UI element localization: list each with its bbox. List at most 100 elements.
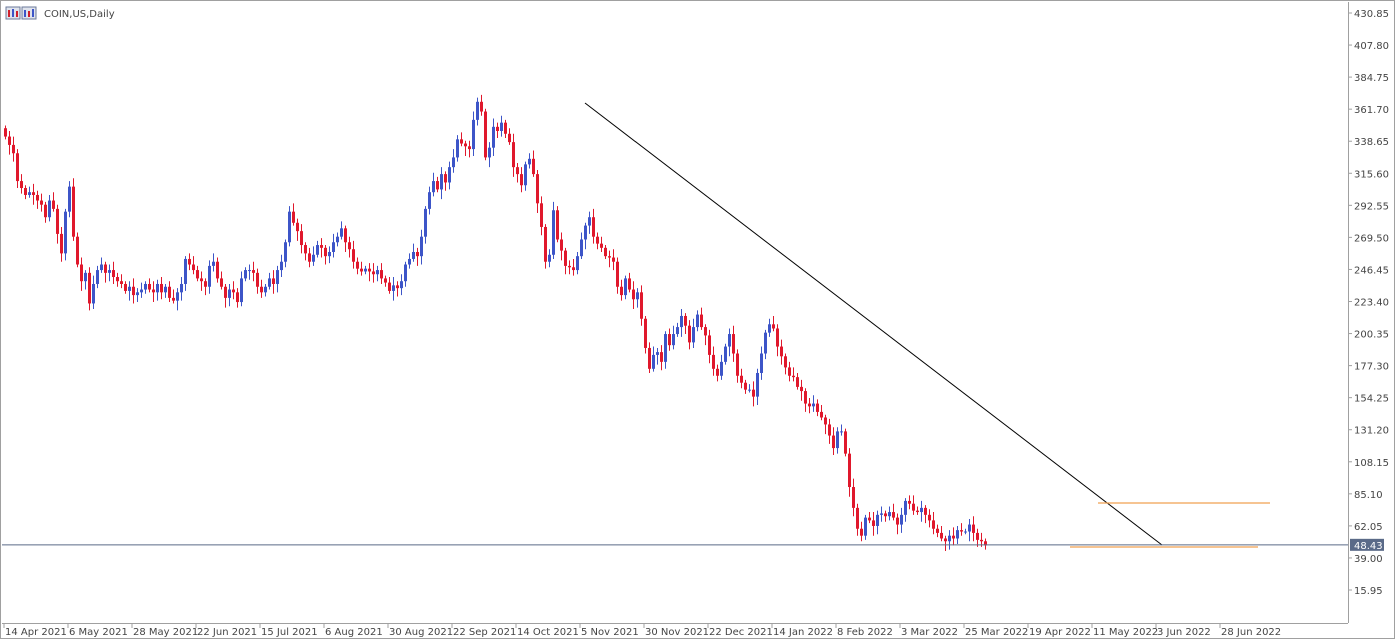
- candle-body: [212, 261, 215, 266]
- candle: [456, 135, 459, 162]
- candle-body: [28, 192, 31, 195]
- candle-body: [384, 278, 387, 283]
- time-label: 22 Sep 2021: [453, 627, 516, 638]
- candle-body: [96, 270, 99, 284]
- candle-body: [80, 264, 83, 282]
- candle-body: [464, 143, 467, 147]
- candle: [88, 267, 91, 311]
- candle: [796, 372, 799, 390]
- candle: [440, 167, 443, 200]
- candle: [512, 133, 515, 177]
- candle-body: [456, 139, 459, 158]
- candle: [116, 272, 119, 287]
- candle: [152, 281, 155, 303]
- candle: [332, 233, 335, 258]
- candle-body: [936, 528, 939, 533]
- candle-body: [888, 512, 891, 517]
- candle: [784, 353, 787, 375]
- candle-body: [352, 249, 355, 262]
- candle: [132, 278, 135, 304]
- candle-body: [944, 538, 947, 542]
- candle-body: [788, 367, 791, 376]
- candle-body: [612, 257, 615, 262]
- candle-body: [152, 289, 155, 293]
- candle: [128, 281, 131, 301]
- candle-body: [332, 242, 335, 252]
- candle: [780, 339, 783, 365]
- candle-body: [92, 283, 95, 304]
- candle: [428, 186, 431, 215]
- candle: [664, 331, 667, 369]
- candle-body: [580, 239, 583, 257]
- candle: [192, 256, 195, 275]
- candle-body: [792, 375, 795, 378]
- time-label: 8 Feb 2022: [837, 627, 893, 638]
- candle: [868, 512, 871, 524]
- candle-body: [924, 507, 927, 515]
- candle-body: [160, 283, 163, 293]
- candle: [452, 149, 455, 173]
- candle: [704, 324, 707, 346]
- candle-body: [208, 265, 211, 287]
- candle: [396, 281, 399, 297]
- candle: [648, 342, 651, 373]
- candle: [308, 247, 311, 268]
- candle: [448, 161, 451, 190]
- candle-body: [428, 192, 431, 209]
- candle-body: [752, 389, 755, 397]
- price-label: 384.75: [1354, 73, 1389, 84]
- candle-body: [100, 264, 103, 271]
- candle-body: [676, 327, 679, 335]
- candle-body: [700, 314, 703, 328]
- candle: [580, 232, 583, 259]
- candle-body: [124, 283, 127, 291]
- candle: [616, 257, 619, 294]
- candle: [688, 320, 691, 350]
- candle: [160, 277, 163, 300]
- candle-body: [472, 119, 475, 150]
- candle-body: [712, 354, 715, 369]
- candle-body: [36, 194, 39, 201]
- candle: [168, 281, 171, 303]
- candle-body: [60, 233, 63, 254]
- candle-body: [496, 126, 499, 132]
- candle: [952, 527, 955, 546]
- window-icon-2[interactable]: [21, 6, 37, 20]
- candle: [148, 278, 151, 293]
- candle-body: [488, 147, 491, 158]
- candle-body: [108, 270, 111, 273]
- candle: [100, 257, 103, 273]
- candle-body: [568, 265, 571, 268]
- candle: [376, 265, 379, 282]
- candle-body: [744, 382, 747, 390]
- candle-body: [664, 334, 667, 362]
- candle: [124, 281, 127, 294]
- current-price-tag: 48.43: [1350, 538, 1384, 552]
- candle-body: [116, 277, 119, 282]
- candle: [816, 399, 819, 417]
- candle: [16, 149, 19, 189]
- candle: [916, 506, 919, 515]
- candle-body: [620, 286, 623, 296]
- candle: [348, 236, 351, 258]
- candle-body: [872, 520, 875, 526]
- candle-body: [844, 431, 847, 454]
- candle-body: [956, 530, 959, 539]
- time-label: 15 Jul 2021: [261, 627, 318, 638]
- candle: [352, 240, 355, 269]
- candle: [436, 176, 439, 193]
- candle-body: [256, 272, 259, 287]
- candle-body: [784, 356, 787, 368]
- candle-body: [264, 286, 267, 293]
- candlestick-window-icon[interactable]: [5, 6, 21, 20]
- candle-body: [172, 297, 175, 301]
- candle: [544, 224, 547, 269]
- time-label: 28 May 2021: [133, 627, 198, 638]
- candle-body: [128, 286, 131, 291]
- candle: [284, 239, 287, 268]
- candle: [136, 288, 139, 303]
- candle: [252, 261, 255, 282]
- time-label: 30 Nov 2021: [645, 627, 709, 638]
- candle: [800, 379, 803, 401]
- candle: [360, 261, 363, 276]
